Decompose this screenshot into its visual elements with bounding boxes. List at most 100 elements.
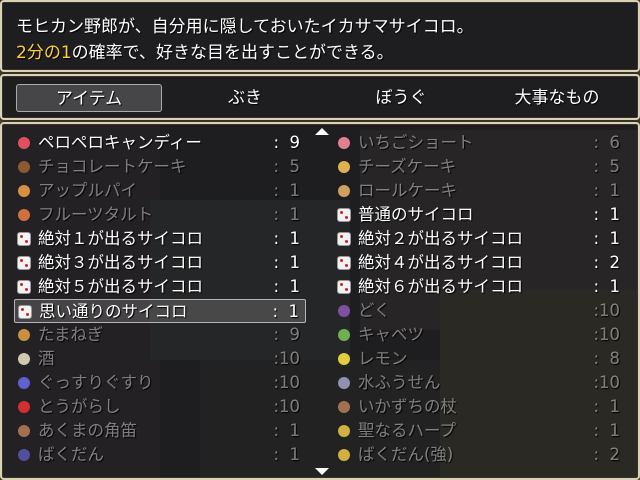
item-row[interactable]: チーズケーキ: 5 xyxy=(334,155,626,179)
scroll-down-arrow-icon[interactable] xyxy=(315,468,329,475)
item-quantity: : 2 xyxy=(593,253,620,272)
item-row[interactable]: フルーツタルト: 1 xyxy=(14,203,306,227)
item-quantity: : 1 xyxy=(593,421,620,440)
sake-icon xyxy=(15,350,33,368)
item-row[interactable]: ペロペロキャンディー: 9 xyxy=(14,131,306,155)
item-name: あくまの角笛 xyxy=(38,421,137,440)
item-quantity: :10 xyxy=(273,349,300,368)
item-row[interactable]: いちごショート : 6 xyxy=(334,131,626,155)
item-row[interactable]: どく :10 xyxy=(334,299,626,323)
item-name: どく xyxy=(358,301,391,320)
die-icon xyxy=(15,278,33,296)
roll-cake-icon xyxy=(335,182,353,200)
staff-icon xyxy=(335,398,353,416)
item-name: 思い通りのサイコロ xyxy=(39,302,188,321)
strawberry-cake-icon xyxy=(335,134,353,152)
die-icon xyxy=(335,278,353,296)
item-row[interactable]: 酒 :10 xyxy=(14,347,306,371)
item-quantity: : 2 xyxy=(593,445,620,464)
bomb-icon xyxy=(335,446,353,464)
die-icon xyxy=(15,230,33,248)
item-row[interactable]: 絶対１が出るサイコロ : 1 xyxy=(14,227,306,251)
poison-icon xyxy=(335,302,353,320)
item-row[interactable]: いかずちの杖 : 1 xyxy=(334,395,626,419)
item-quantity: : 1 xyxy=(273,229,300,248)
item-quantity: : 1 xyxy=(273,421,300,440)
item-name: たまねぎ xyxy=(38,325,104,344)
category-tabs: アイテム ぶき ぼうぐ 大事なもの xyxy=(0,74,640,120)
item-name: とうがらし xyxy=(38,397,121,416)
item-name: 普通のサイコロ xyxy=(358,205,474,224)
item-row[interactable]: 水ふうせん:10 xyxy=(334,371,626,395)
tab-key-items[interactable]: 大事なもの xyxy=(484,84,630,112)
item-row[interactable]: とうがらし:10 xyxy=(14,395,306,419)
item-row[interactable]: ばくだん(強) : 2 xyxy=(334,443,626,467)
item-row[interactable]: アップルパイ : 1 xyxy=(14,179,306,203)
item-quantity: : 5 xyxy=(273,157,300,176)
item-name: ばくだん xyxy=(38,445,104,464)
item-name: ペロペロキャンディー xyxy=(38,133,202,152)
item-name: 聖なるハープ xyxy=(358,421,457,440)
tab-items[interactable]: アイテム xyxy=(16,84,162,112)
lemon-icon xyxy=(335,350,353,368)
item-name: ぐっすりぐすり xyxy=(38,373,154,392)
tab-armor[interactable]: ぼうぐ xyxy=(328,84,474,112)
item-row[interactable]: チョコレートケーキ: 5 xyxy=(14,155,306,179)
help-text-highlight: 2分の1 xyxy=(16,43,72,63)
item-name: キャベツ xyxy=(358,325,424,344)
horn-icon xyxy=(15,422,33,440)
item-quantity: : 1 xyxy=(593,205,620,224)
cheesecake-icon xyxy=(335,158,353,176)
item-quantity: : 1 xyxy=(593,277,620,296)
item-name: いちごショート xyxy=(358,133,474,152)
item-quantity: :10 xyxy=(593,373,620,392)
item-quantity: : 9 xyxy=(273,325,300,344)
candy-icon xyxy=(15,134,33,152)
item-quantity: : 1 xyxy=(593,397,620,416)
item-row[interactable]: 絶対３が出るサイコロ : 1 xyxy=(14,251,306,275)
item-row[interactable]: ぐっすりぐすり:10 xyxy=(14,371,306,395)
item-row[interactable]: 普通のサイコロ : 1 xyxy=(334,203,626,227)
cabbage-icon xyxy=(335,326,353,344)
help-text-rest: の確率で、好きな目を出すことができる。 xyxy=(71,43,394,63)
item-name: レモン xyxy=(358,349,408,368)
item-quantity: : 1 xyxy=(273,181,300,200)
scroll-up-arrow-icon[interactable] xyxy=(315,128,329,135)
item-name: 絶対４が出るサイコロ xyxy=(358,253,523,272)
item-quantity: : 1 xyxy=(593,229,620,248)
item-quantity: : 1 xyxy=(273,277,300,296)
item-row[interactable]: たまねぎ : 9 xyxy=(14,323,306,347)
tab-weapons[interactable]: ぶき xyxy=(172,84,318,112)
item-name: いかずちの杖 xyxy=(358,397,457,416)
item-row[interactable]: キャベツ :10 xyxy=(334,323,626,347)
item-row[interactable]: 思い通りのサイコロ : 1 xyxy=(14,299,306,323)
item-row[interactable]: 絶対５が出るサイコロ: 1 xyxy=(14,275,306,299)
item-row[interactable]: 絶対２が出るサイコロ: 1 xyxy=(334,227,626,251)
item-name: 絶対３が出るサイコロ xyxy=(38,253,203,272)
die-icon xyxy=(335,230,353,248)
item-row[interactable]: 絶対４が出るサイコロ : 2 xyxy=(334,251,626,275)
item-quantity: : 1 xyxy=(273,253,300,272)
die-icon xyxy=(335,254,353,272)
potion-icon xyxy=(15,374,33,392)
item-quantity: :10 xyxy=(593,301,620,320)
item-name: ばくだん(強) xyxy=(358,445,454,464)
item-row[interactable]: 絶対６が出るサイコロ: 1 xyxy=(334,275,626,299)
item-row[interactable]: ばくだん: 1 xyxy=(14,443,306,467)
item-list-window: ペロペロキャンディー: 9 チョコレートケーキ: 5 アップルパイ: 1 フルーツタル… xyxy=(0,122,640,480)
die-icon xyxy=(15,254,33,272)
item-quantity: : 6 xyxy=(593,133,620,152)
item-name: アップルパイ xyxy=(38,181,137,200)
chocolate-cake-icon xyxy=(15,158,33,176)
item-name: 絶対１が出るサイコロ xyxy=(38,229,203,248)
item-row[interactable]: ロールケーキ: 1 xyxy=(334,179,626,203)
item-row[interactable]: 聖なるハープ : 1 xyxy=(334,419,626,443)
item-name: 酒 xyxy=(38,349,55,368)
die-icon xyxy=(16,303,34,321)
item-row[interactable]: あくまの角笛 : 1 xyxy=(14,419,306,443)
item-row[interactable]: レモン: 8 xyxy=(334,347,626,371)
help-window: モヒカン野郎が、自分用に隠しておいたイカサマサイコロ。 2分の1の確率で、好きな… xyxy=(0,0,640,72)
item-quantity: :10 xyxy=(593,325,620,344)
item-quantity: : 1 xyxy=(272,302,299,321)
water-balloon-icon xyxy=(335,374,353,392)
